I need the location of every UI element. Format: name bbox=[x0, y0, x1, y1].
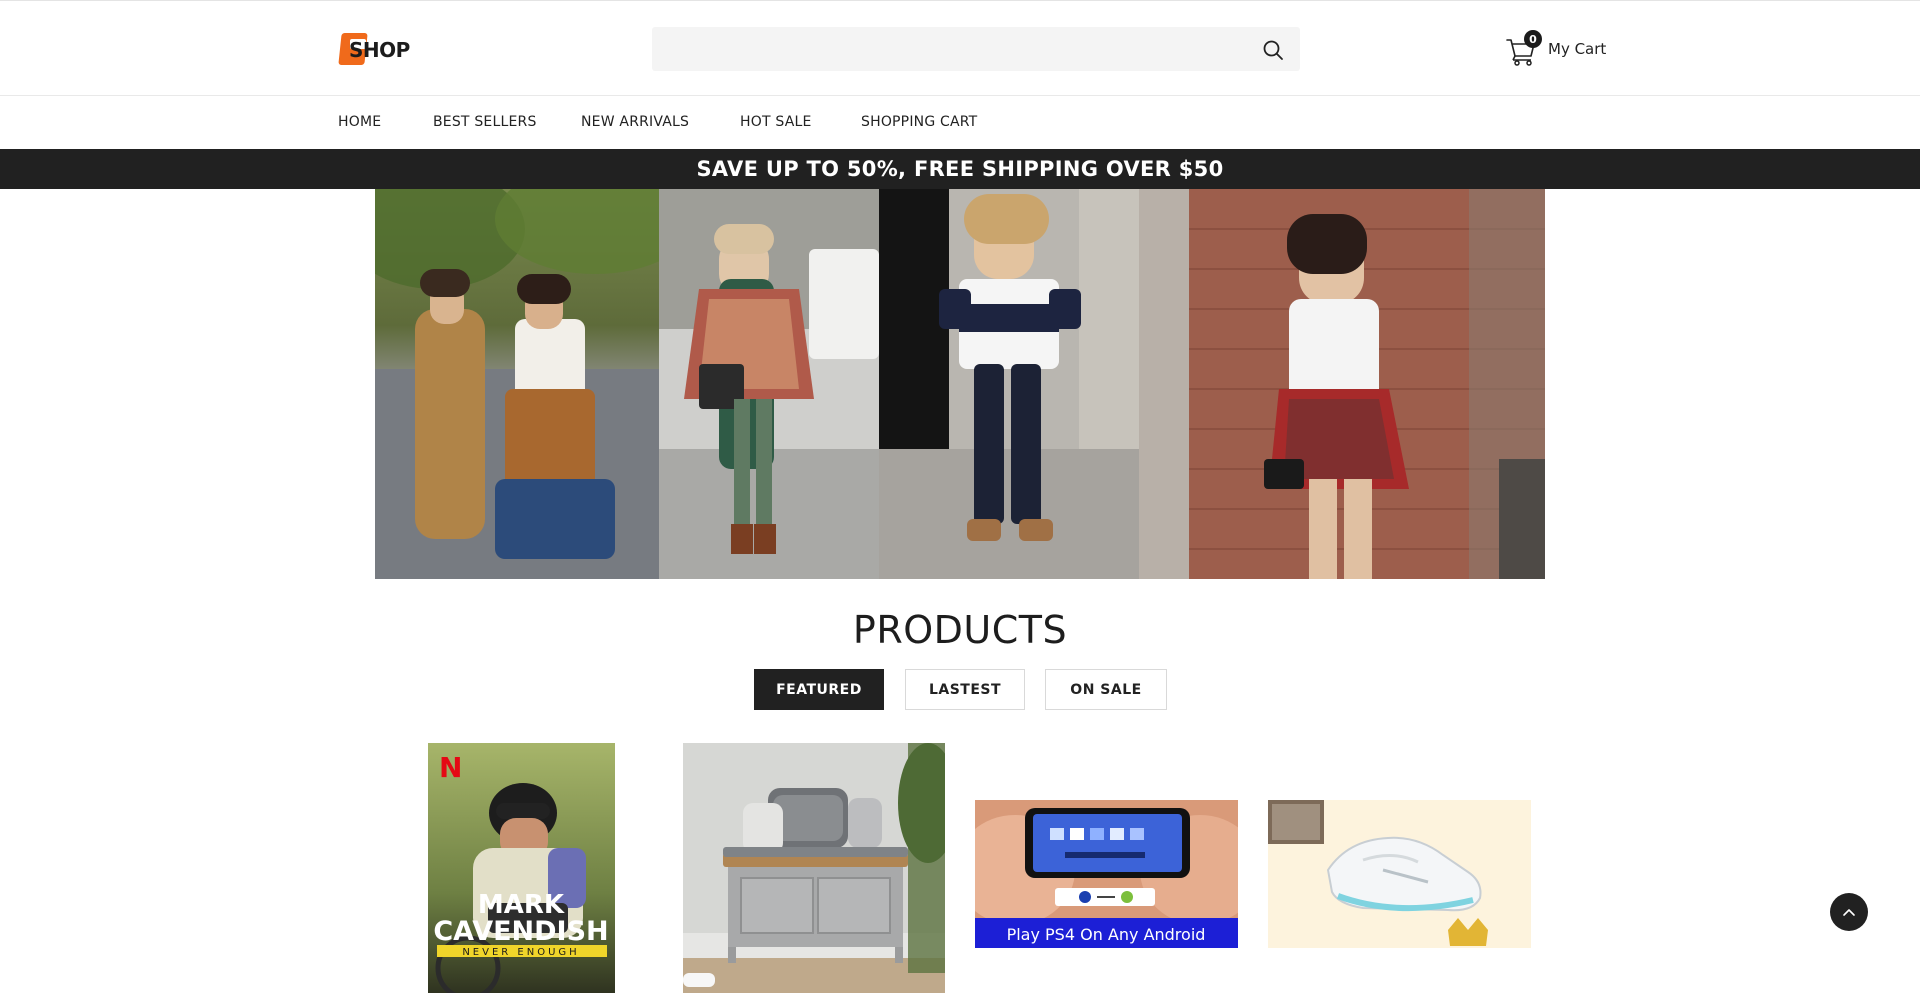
shop-logo[interactable]: SHOP bbox=[338, 33, 410, 67]
tab-on-sale[interactable]: ON SALE bbox=[1045, 669, 1167, 710]
product-image bbox=[1268, 800, 1531, 948]
main-nav: HOME BEST SELLERS NEW ARRIVALS HOT SALE … bbox=[0, 96, 1920, 149]
product-card-mark-cavendish[interactable]: N MARK CAVENDISH NEVER ENOUGH bbox=[428, 743, 615, 993]
products-heading: PRODUCTS bbox=[852, 608, 1068, 652]
nav-shopping-cart[interactable]: SHOPPING CART bbox=[861, 114, 977, 130]
cart-label: My Cart bbox=[1548, 40, 1607, 58]
tab-lastest[interactable]: LASTEST bbox=[905, 669, 1025, 710]
product-card-storage-bench[interactable] bbox=[683, 743, 945, 993]
poster-title-line2: CAVENDISH bbox=[433, 916, 608, 947]
hero-image-2 bbox=[659, 189, 879, 579]
search-icon[interactable] bbox=[1262, 39, 1284, 61]
hero-image-3 bbox=[879, 189, 1139, 579]
poster-subtitle: NEVER ENOUGH bbox=[462, 947, 579, 958]
product-image: Play PS4 On Any Android bbox=[975, 800, 1238, 948]
tab-featured[interactable]: FEATURED bbox=[754, 669, 884, 710]
nav-new-arrivals[interactable]: NEW ARRIVALS bbox=[581, 114, 689, 130]
search-bar bbox=[652, 27, 1300, 71]
logo-text: SHOP bbox=[349, 38, 410, 62]
back-to-top-button[interactable] bbox=[1830, 893, 1868, 931]
search-input[interactable] bbox=[652, 27, 1300, 71]
product-card-sneaker[interactable] bbox=[1268, 800, 1531, 948]
product-card-ps4-android[interactable]: Play PS4 On Any Android bbox=[975, 800, 1238, 948]
cart-count-badge: 0 bbox=[1524, 30, 1542, 48]
hero-banner[interactable] bbox=[375, 189, 1545, 579]
hero-image-1 bbox=[375, 189, 659, 579]
nav-home[interactable]: HOME bbox=[338, 114, 381, 130]
chevron-up-icon bbox=[1843, 909, 1855, 916]
product-image bbox=[683, 743, 945, 993]
product-image-caption: Play PS4 On Any Android bbox=[1007, 925, 1206, 944]
top-header: SHOP 0 My Cart bbox=[0, 0, 1920, 96]
hero-image-4 bbox=[1139, 189, 1545, 579]
promo-banner: SAVE UP TO 50%, FREE SHIPPING OVER $50 bbox=[0, 149, 1920, 189]
cart-button[interactable]: 0 My Cart bbox=[1506, 29, 1606, 69]
nav-hot-sale[interactable]: HOT SALE bbox=[740, 114, 812, 130]
product-image: N MARK CAVENDISH NEVER ENOUGH bbox=[428, 743, 615, 993]
cart-icon: 0 bbox=[1506, 30, 1542, 66]
promo-text: SAVE UP TO 50%, FREE SHIPPING OVER $50 bbox=[696, 157, 1224, 181]
nav-best-sellers[interactable]: BEST SELLERS bbox=[433, 114, 537, 130]
netflix-logo: N bbox=[439, 751, 462, 784]
